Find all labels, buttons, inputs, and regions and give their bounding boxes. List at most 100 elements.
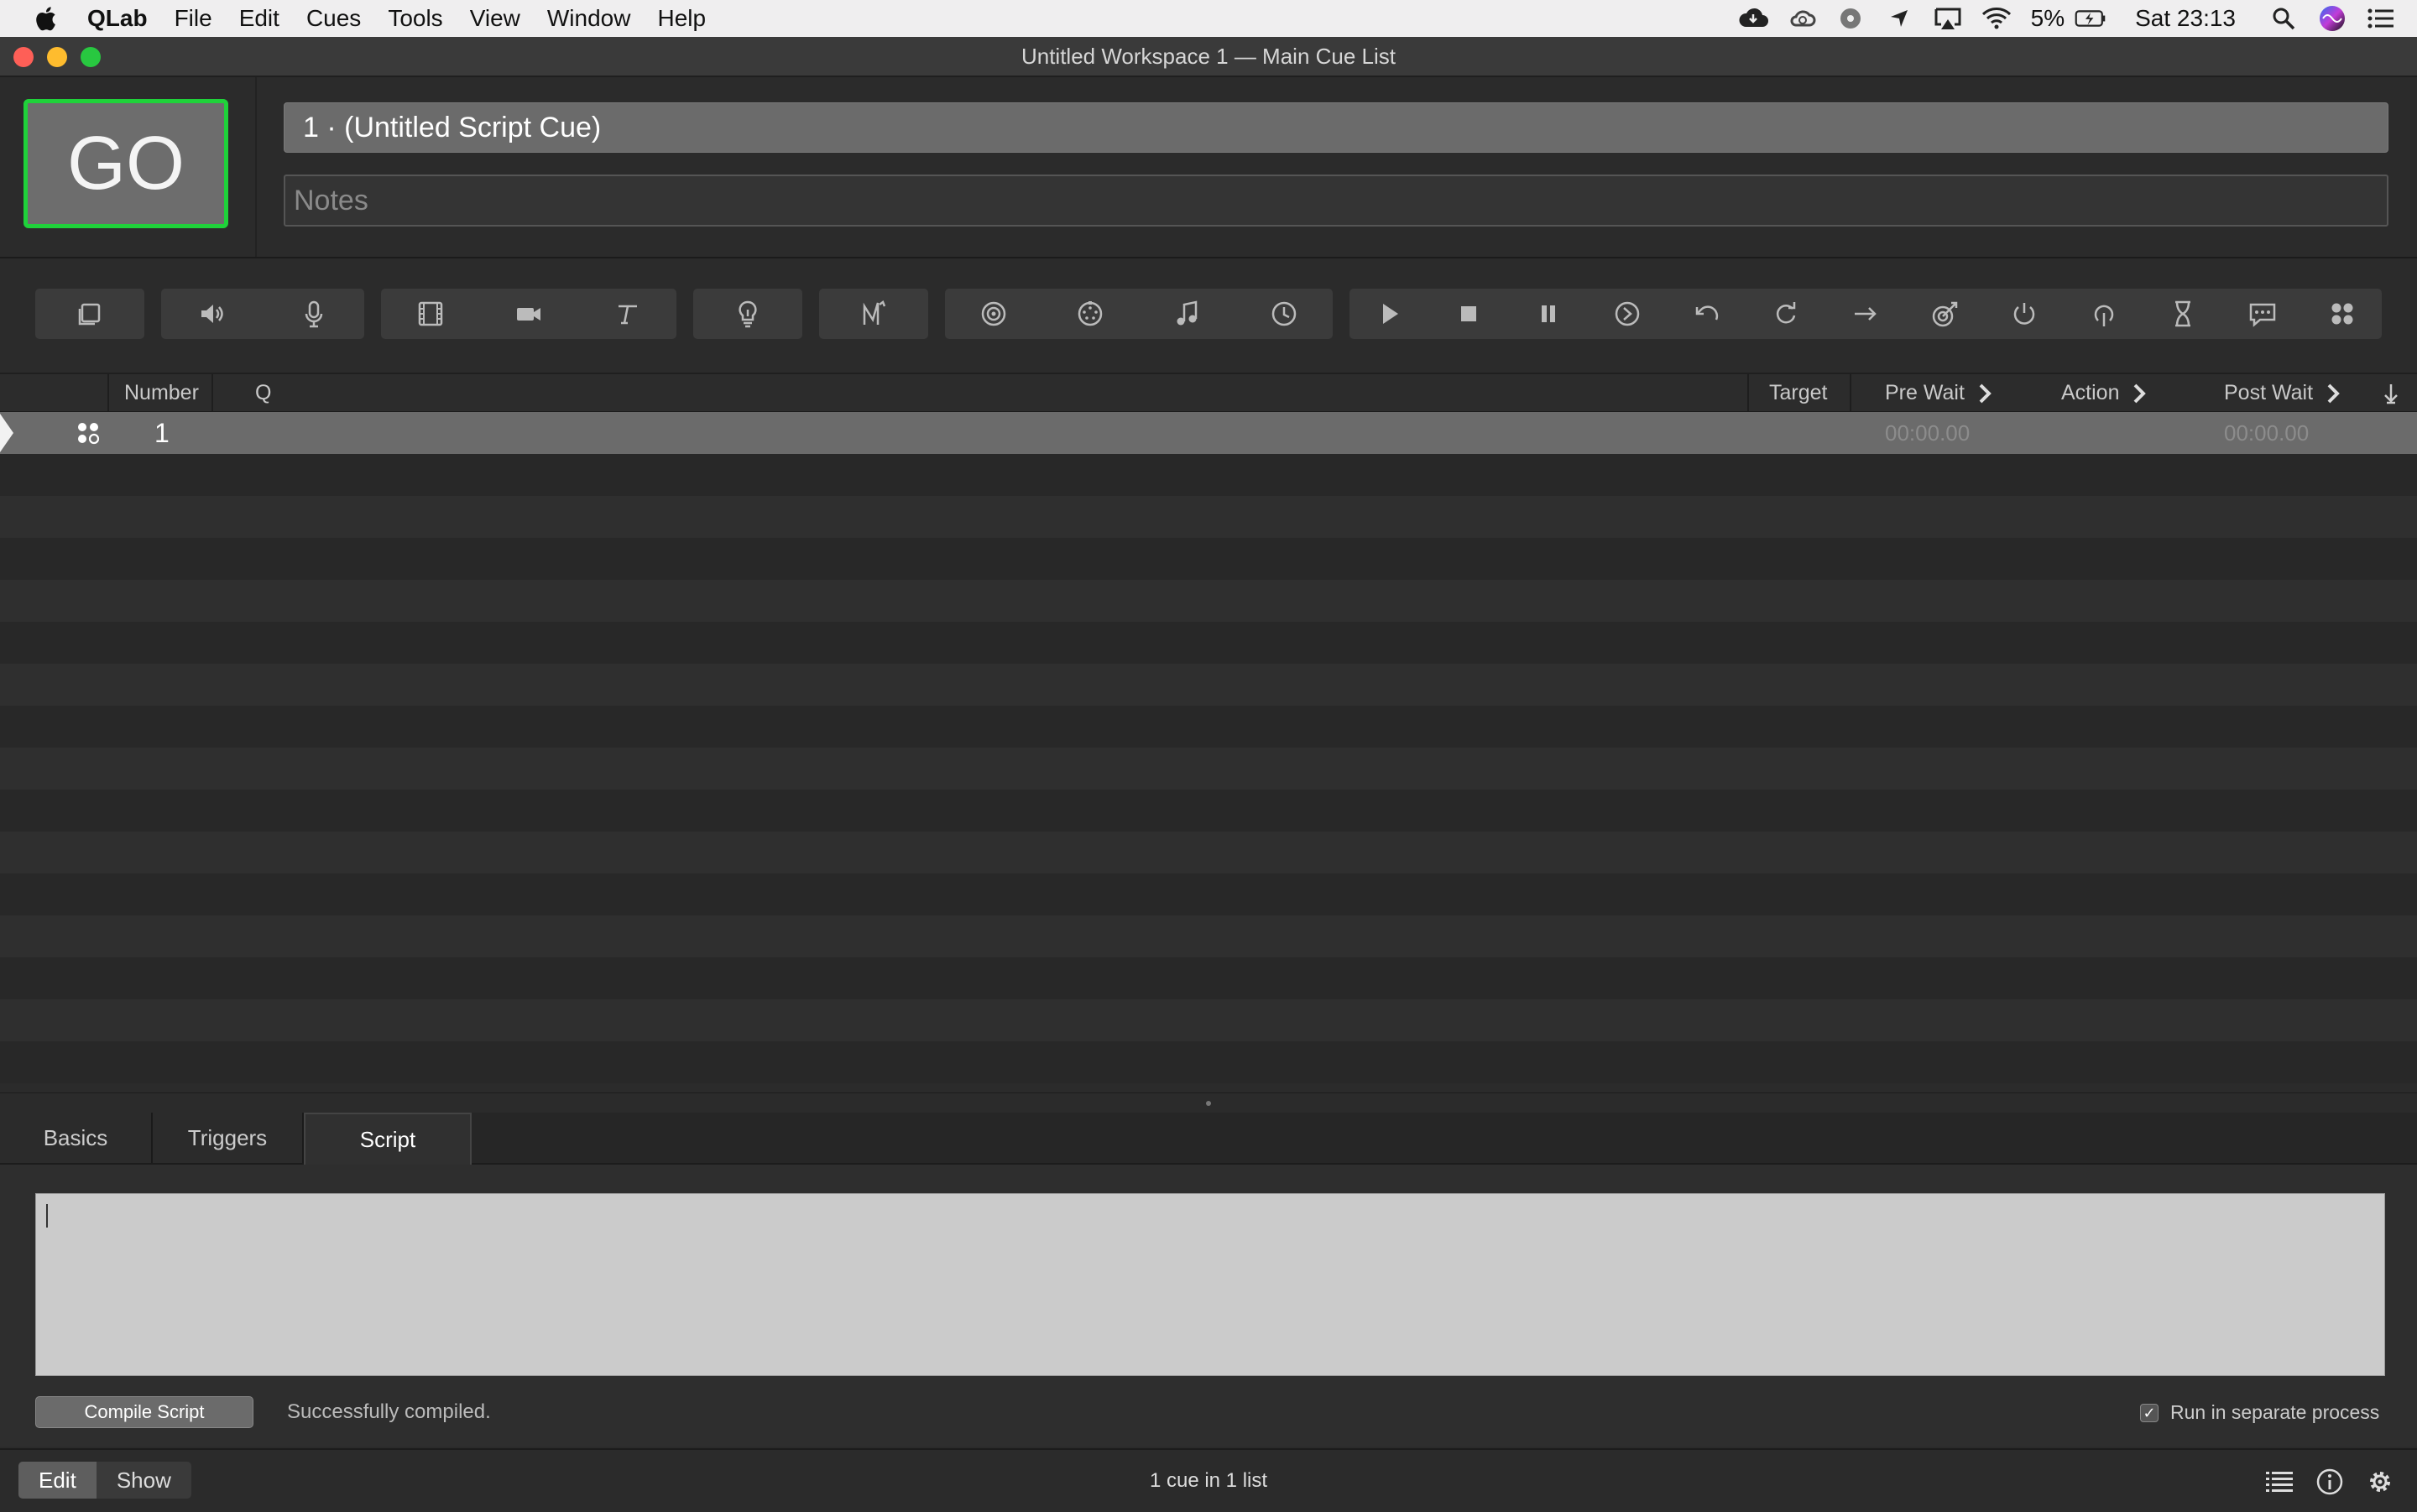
devamp-cue-icon[interactable] — [1761, 290, 1811, 337]
airplay-icon[interactable] — [1932, 5, 1964, 32]
start-cue-icon[interactable] — [1364, 290, 1414, 337]
empty-row — [0, 706, 2417, 748]
apple-menu-icon[interactable] — [34, 5, 57, 32]
midi-cue-icon[interactable] — [1065, 290, 1115, 337]
table-row[interactable]: 1 00:00.00 00:00.00 — [0, 412, 2417, 454]
timecode-cue-icon[interactable] — [1259, 290, 1309, 337]
notes-field[interactable] — [284, 175, 2388, 227]
go-button[interactable]: GO — [23, 99, 228, 228]
battery-icon[interactable] — [2075, 5, 2106, 32]
cue-count-status: 1 cue in 1 list — [1149, 1469, 1268, 1492]
cue-lists-icon[interactable] — [2263, 1465, 2296, 1499]
cues-menu[interactable]: Cues — [306, 5, 361, 32]
camera-cue-icon[interactable] — [504, 290, 554, 337]
fade-cue-icon[interactable] — [848, 290, 899, 337]
mic-cue-icon[interactable] — [289, 290, 339, 337]
script-cue-icon — [78, 423, 100, 445]
notification-center-icon[interactable] — [2365, 5, 2397, 32]
video-cue-icon[interactable] — [405, 290, 456, 337]
column-header-target[interactable]: Target — [1769, 374, 1827, 411]
column-header-action[interactable]: Action — [2061, 374, 2147, 411]
memo-cue-icon[interactable] — [2237, 290, 2288, 337]
column-divider — [107, 374, 109, 411]
file-menu[interactable]: File — [175, 5, 212, 32]
settings-icon[interactable] — [2363, 1465, 2397, 1499]
info-icon[interactable] — [2313, 1465, 2347, 1499]
toolbar-group-cue-actions — [1349, 289, 2382, 339]
compile-script-button[interactable]: Compile Script — [35, 1396, 253, 1428]
splitter-handle-icon — [1206, 1101, 1211, 1106]
cloud-icon[interactable] — [1737, 5, 1769, 32]
disarm-cue-icon[interactable] — [2079, 290, 2129, 337]
script-editor[interactable] — [35, 1193, 2385, 1376]
cue-post-wait[interactable]: 00:00.00 — [2224, 412, 2309, 454]
toolbar-group-control — [945, 289, 1333, 339]
cue-list[interactable] — [0, 412, 2417, 1092]
view-menu[interactable]: View — [470, 5, 520, 32]
column-divider — [1747, 374, 1749, 411]
edit-menu[interactable]: Edit — [239, 5, 279, 32]
text-cue-icon[interactable] — [602, 290, 652, 337]
column-header-action-label: Action — [2061, 381, 2120, 404]
siri-icon[interactable] — [2316, 5, 2348, 32]
column-divider — [211, 374, 213, 411]
run-separate-process-label[interactable]: Run in separate process — [2170, 1396, 2379, 1428]
target-cue-icon[interactable] — [1920, 290, 1971, 337]
window-title: Untitled Workspace 1 — Main Cue List — [1021, 44, 1396, 69]
stop-cue-icon[interactable] — [1443, 290, 1494, 337]
standby-cue-name[interactable]: 1 · (Untitled Script Cue) — [284, 102, 2388, 153]
cue-number[interactable]: 1 — [154, 412, 170, 454]
wifi-icon[interactable] — [1981, 5, 2012, 32]
chevron-right-icon — [2327, 383, 2340, 404]
script-inspector: Compile Script Successfully compiled. ✓ … — [0, 1165, 2417, 1447]
reset-cue-icon[interactable] — [1682, 290, 1732, 337]
window-menu[interactable]: Window — [547, 5, 631, 32]
column-header-number[interactable]: Number — [124, 374, 199, 411]
pause-cue-icon[interactable] — [1523, 290, 1574, 337]
empty-row — [0, 454, 2417, 496]
arm-cue-icon[interactable] — [1999, 290, 2049, 337]
run-separate-process-checkbox[interactable]: ✓ — [2140, 1404, 2159, 1422]
midi-file-cue-icon[interactable] — [1162, 290, 1213, 337]
audio-cue-icon[interactable] — [187, 290, 238, 337]
empty-row — [0, 1041, 2417, 1083]
toolbar-group-light — [693, 289, 802, 339]
window-title-bar[interactable]: Untitled Workspace 1 — Main Cue List — [0, 37, 2417, 77]
network-cue-icon[interactable] — [968, 290, 1019, 337]
playhead-icon — [0, 414, 13, 452]
script-cue-icon[interactable] — [2317, 290, 2367, 337]
wait-cue-icon[interactable] — [2158, 290, 2208, 337]
app-menu[interactable]: QLab — [87, 5, 148, 32]
column-header-post-wait[interactable]: Post Wait — [2224, 374, 2341, 411]
help-menu[interactable]: Help — [657, 5, 706, 32]
column-header-pre-wait-label: Pre Wait — [1885, 381, 1965, 404]
tab-script[interactable]: Script — [304, 1113, 472, 1165]
status-footer: Edit Show 1 cue in 1 list — [0, 1448, 2417, 1512]
text-caret — [46, 1204, 48, 1228]
menubar-clock[interactable]: Sat 23:13 — [2135, 5, 2236, 32]
tab-triggers[interactable]: Triggers — [153, 1113, 304, 1163]
column-header-pre-wait[interactable]: Pre Wait — [1885, 374, 1992, 411]
goto-cue-icon[interactable] — [1840, 290, 1891, 337]
column-header-post-wait-label: Post Wait — [2224, 381, 2314, 404]
empty-row — [0, 915, 2417, 957]
toolbar-group-audio — [161, 289, 364, 339]
ball-icon[interactable] — [1835, 5, 1866, 32]
status-area: 5% Sat 23:13 — [1729, 0, 2417, 37]
location-icon[interactable] — [1883, 5, 1915, 32]
light-cue-icon[interactable] — [723, 290, 773, 337]
empty-row — [0, 580, 2417, 622]
creative-cloud-icon[interactable] — [1786, 5, 1818, 32]
tools-menu[interactable]: Tools — [388, 5, 442, 32]
cue-pre-wait[interactable]: 00:00.00 — [1885, 412, 1970, 454]
empty-row — [0, 538, 2417, 580]
empty-row — [0, 622, 2417, 664]
column-header-q[interactable]: Q — [255, 374, 271, 411]
load-cue-icon[interactable] — [1602, 290, 1652, 337]
empty-row — [0, 832, 2417, 873]
spotlight-icon[interactable] — [2268, 5, 2300, 32]
tab-basics[interactable]: Basics — [0, 1113, 153, 1163]
inspector-splitter[interactable] — [0, 1092, 2417, 1113]
chevron-right-icon — [2134, 383, 2147, 404]
group-cue-icon[interactable] — [65, 290, 115, 337]
